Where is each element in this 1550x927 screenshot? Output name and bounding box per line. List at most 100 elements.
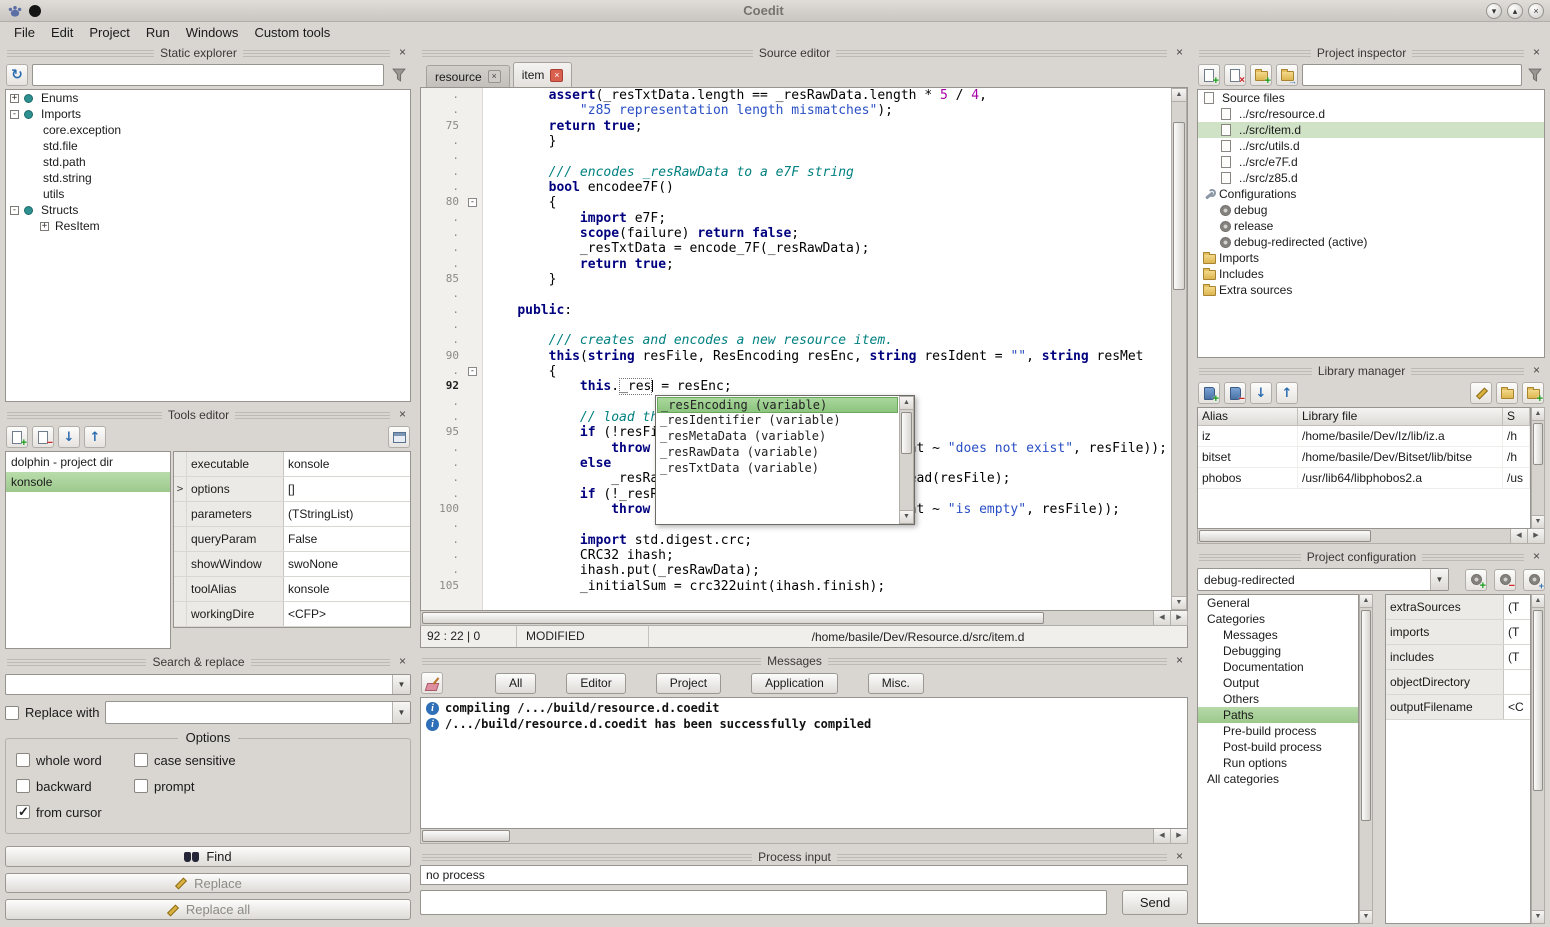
library-row[interactable]: iz/home/basile/Dev/Iz/lib/iz.a/h [1198, 426, 1530, 447]
static-explorer-node[interactable]: -Imports [6, 106, 410, 122]
code-line[interactable]: . CRC32 ihash; [421, 548, 1171, 563]
code-line[interactable]: 105 _initialSum = crc322uint(ihash.finis… [421, 579, 1171, 594]
editor-hscrollbar[interactable]: ◀ ▶ [420, 611, 1188, 626]
scroll-thumb[interactable] [1533, 423, 1543, 465]
categories-vscrollbar[interactable]: ▲ ▼ [1359, 594, 1373, 924]
property-value[interactable] [1504, 670, 1530, 694]
panel-grip[interactable] [1412, 50, 1524, 57]
checkbox-backward[interactable]: backward [16, 777, 134, 795]
code-line[interactable]: . /// creates and encodes a new resource… [421, 333, 1171, 348]
move-library-down-button[interactable]: ↓ [1250, 382, 1272, 404]
close-panel-icon[interactable]: × [1173, 851, 1186, 864]
library-hscrollbar[interactable]: ◀ ▶ [1197, 529, 1545, 544]
panel-grip[interactable] [1199, 368, 1312, 375]
collapse-icon[interactable]: - [10, 206, 19, 215]
scroll-left-icon[interactable]: ◀ [1153, 611, 1170, 625]
collapse-icon[interactable]: - [10, 110, 19, 119]
scroll-down-icon[interactable]: ▼ [900, 510, 913, 523]
menu-file[interactable]: File [6, 23, 43, 42]
static-explorer-node[interactable]: -Structs [6, 202, 410, 218]
property-value[interactable]: swoNone [284, 552, 410, 576]
close-panel-icon[interactable]: × [1530, 551, 1543, 564]
tool-property-row[interactable]: parameters(TStringList) [174, 502, 410, 527]
scroll-up-icon[interactable]: ▲ [1532, 408, 1544, 421]
completion-item[interactable]: _resIdentifier (variable) [657, 413, 898, 429]
menu-project[interactable]: Project [81, 23, 137, 42]
replace-with-checkbox[interactable]: Replace with [5, 704, 99, 722]
move-tool-down-button[interactable]: ↓ [58, 426, 80, 448]
filter-editor-button[interactable]: Editor [566, 673, 625, 694]
code-line[interactable]: 90 this(string resFile, ResEncoding resE… [421, 349, 1171, 364]
clone-configuration-button[interactable]: + [1523, 569, 1545, 591]
panel-grip[interactable] [7, 659, 146, 666]
scroll-down-icon[interactable]: ▼ [1532, 910, 1544, 923]
config-category[interactable]: Output [1198, 675, 1358, 691]
search-combo[interactable]: ▼ [5, 674, 411, 695]
code-line[interactable]: . [421, 149, 1171, 164]
tab-resource[interactable]: resource× [426, 65, 510, 87]
config-category[interactable]: Debugging [1198, 643, 1358, 659]
property-value[interactable]: (T [1504, 620, 1530, 644]
close-panel-icon[interactable]: × [396, 47, 409, 60]
panel-grip[interactable] [7, 412, 162, 419]
code-line[interactable]: 92 this._res = resEnc; [421, 379, 1171, 394]
tool-property-row[interactable]: executablekonsole [174, 452, 410, 477]
scroll-right-icon[interactable]: ▶ [1170, 611, 1187, 625]
config-category[interactable]: Pre-build process [1198, 723, 1358, 739]
property-value[interactable]: konsole [284, 577, 410, 601]
config-category[interactable]: Categories [1198, 611, 1358, 627]
add-source-button[interactable]: + [1198, 64, 1220, 86]
panel-grip[interactable] [1199, 50, 1311, 57]
library-from-folder-button[interactable] [1496, 382, 1518, 404]
config-category[interactable]: Documentation [1198, 659, 1358, 675]
project-inspector-node[interactable]: ../src/e7F.d [1198, 154, 1544, 170]
filter-button[interactable] [388, 64, 410, 86]
completion-item[interactable]: _resRawData (variable) [657, 445, 898, 461]
editor-vscrollbar[interactable]: ▲ ▼ [1171, 88, 1187, 610]
tool-property-row[interactable]: showWindowswoNone [174, 552, 410, 577]
property-value[interactable]: (TStringList) [284, 502, 410, 526]
tool-item[interactable]: dolphin - project dir [6, 452, 170, 472]
clear-messages-button[interactable] [421, 672, 443, 694]
library-row[interactable]: phobos/usr/lib64/libphobos2.a/us [1198, 468, 1530, 489]
property-value[interactable]: [] [284, 477, 410, 501]
project-inspector-node[interactable]: Extra sources [1198, 282, 1544, 298]
scroll-thumb[interactable] [1173, 122, 1185, 290]
minimize-icon[interactable]: ▾ [1486, 3, 1502, 19]
static-explorer-node[interactable]: std.path [6, 154, 410, 170]
fold-marker-icon[interactable]: - [468, 198, 477, 207]
code-line[interactable]: . [421, 318, 1171, 333]
scroll-up-icon[interactable]: ▲ [900, 397, 913, 410]
scroll-down-icon[interactable]: ▼ [1172, 596, 1186, 609]
panel-grip[interactable] [251, 659, 390, 666]
menu-windows[interactable]: Windows [178, 23, 247, 42]
checkbox-whole-word[interactable]: whole word [16, 751, 134, 769]
project-inspector-node[interactable]: ../src/item.d [1198, 122, 1544, 138]
tool-item[interactable]: konsole [6, 472, 170, 492]
close-panel-icon[interactable]: × [1530, 47, 1543, 60]
project-inspector-node[interactable]: ../src/z85.d [1198, 170, 1544, 186]
tool-property-row[interactable]: toolAliaskonsole [174, 577, 410, 602]
library-column-header[interactable]: Library file [1298, 408, 1503, 425]
remove-tool-button[interactable]: − [32, 426, 54, 448]
scroll-down-icon[interactable]: ▼ [1532, 515, 1544, 528]
tool-property-row[interactable]: queryParamFalse [174, 527, 410, 552]
code-line[interactable]: . } [421, 134, 1171, 149]
project-inspector-node[interactable]: ../src/resource.d [1198, 106, 1544, 122]
add-configuration-button[interactable]: + [1465, 569, 1487, 591]
panel-grip[interactable] [1411, 368, 1524, 375]
code-line[interactable]: 85 } [421, 272, 1171, 287]
completion-item[interactable]: _resTxtData (variable) [657, 461, 898, 477]
code-line[interactable]: . ihash.put(_resRawData); [421, 563, 1171, 578]
code-line[interactable]: . scope(failure) return false; [421, 226, 1171, 241]
filter-all-button[interactable]: All [495, 673, 536, 694]
scroll-left-icon[interactable]: ◀ [1510, 529, 1527, 543]
find-button[interactable]: Find [5, 846, 411, 867]
replace-all-button[interactable]: Replace all [5, 899, 411, 920]
project-inspector-node[interactable]: Imports [1198, 250, 1544, 266]
tab-item[interactable]: item× [513, 62, 573, 87]
property-value[interactable]: (T [1504, 645, 1530, 669]
code-line[interactable]: . import e7F; [421, 211, 1171, 226]
property-value[interactable]: False [284, 527, 410, 551]
expand-icon[interactable]: + [10, 94, 19, 103]
